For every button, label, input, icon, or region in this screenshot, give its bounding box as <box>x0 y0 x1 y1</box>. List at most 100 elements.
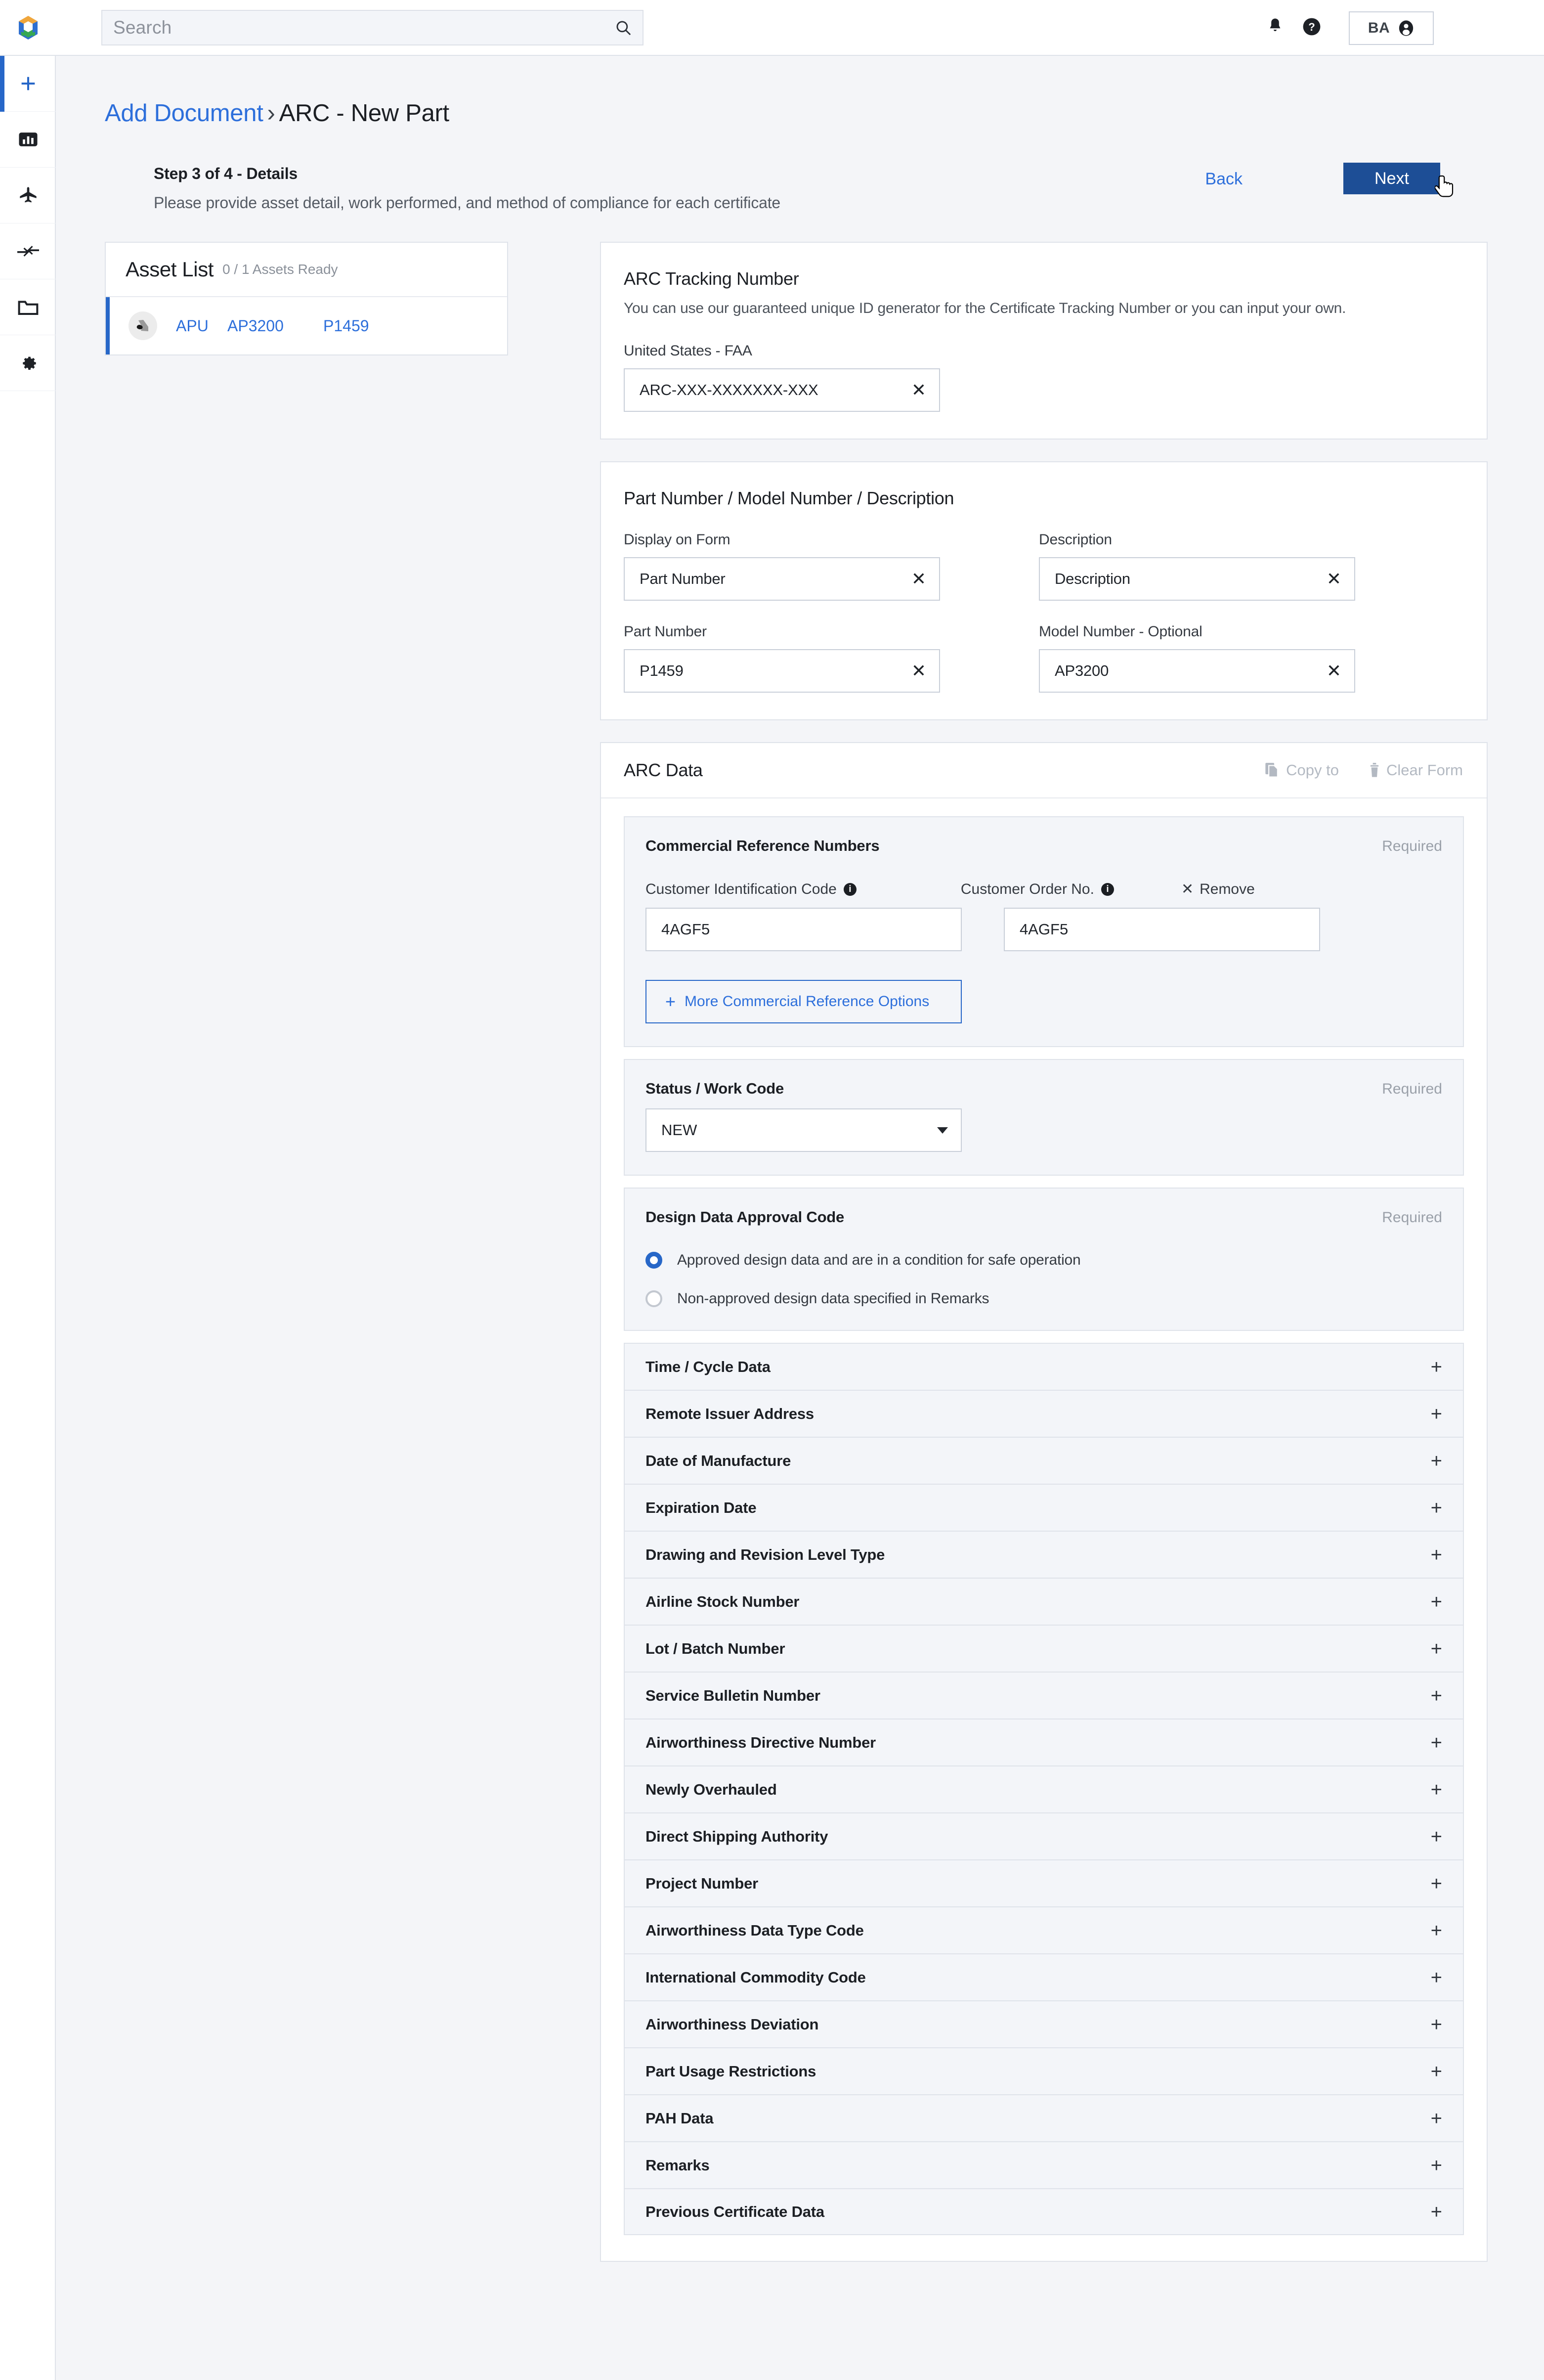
bar-chart-icon <box>18 131 38 148</box>
folder-icon <box>18 299 39 315</box>
design-option-non-approved[interactable]: Non-approved design data specified in Re… <box>645 1290 1442 1307</box>
notifications-button[interactable] <box>1257 10 1293 46</box>
sidebar-item-settings[interactable] <box>0 335 56 391</box>
close-icon: ✕ <box>1181 881 1194 897</box>
radio-button-selected[interactable] <box>645 1252 662 1269</box>
close-icon[interactable]: ✕ <box>1327 570 1341 588</box>
accordion-label: Direct Shipping Authority <box>645 1827 828 1845</box>
help-button[interactable]: ? <box>1293 10 1330 46</box>
accordion-row[interactable]: Drawing and Revision Level Type + <box>624 1531 1464 1578</box>
accordion-row[interactable]: PAH Data + <box>624 2094 1464 2141</box>
close-icon[interactable]: ✕ <box>1327 662 1341 680</box>
accordion-row[interactable]: Time / Cycle Data + <box>624 1343 1464 1390</box>
tracking-field-label: United States - FAA <box>624 343 752 359</box>
model-number-input[interactable]: AP3200 ✕ <box>1039 649 1355 693</box>
more-options-label: More Commercial Reference Options <box>685 993 930 1010</box>
display-on-form-input[interactable]: Part Number ✕ <box>624 557 940 601</box>
sidebar-item-add[interactable] <box>0 56 56 112</box>
customer-identification-code-input[interactable]: 4AGF5 <box>645 908 962 951</box>
search-icon[interactable] <box>615 19 632 36</box>
accordion-label: Expiration Date <box>645 1499 757 1516</box>
status-work-code-select[interactable]: NEW <box>645 1108 962 1152</box>
asset-list-item[interactable]: APU AP3200 P1459 <box>106 297 507 354</box>
asset-type-label: APU <box>176 316 209 335</box>
accordion-label: Airworthiness Deviation <box>645 2015 819 2033</box>
accordion-label: PAH Data <box>645 2109 714 2127</box>
accordion-row[interactable]: Service Bulletin Number + <box>624 1672 1464 1719</box>
accordion-row[interactable]: Newly Overhauled + <box>624 1765 1464 1812</box>
accordion-row[interactable]: Airworthiness Deviation + <box>624 2000 1464 2047</box>
asset-list-title: Asset List <box>126 258 214 281</box>
accordion-row[interactable]: Previous Certificate Data + <box>624 2188 1464 2235</box>
accordion-row[interactable]: Direct Shipping Authority + <box>624 1812 1464 1859</box>
copy-to-label: Copy to <box>1286 761 1339 779</box>
sidebar-item-documents[interactable] <box>0 279 56 335</box>
app-logo[interactable] <box>0 15 56 41</box>
accordion-row[interactable]: Part Usage Restrictions + <box>624 2047 1464 2094</box>
search-input[interactable]: Search <box>101 10 643 45</box>
accordion-row[interactable]: Airworthiness Directive Number + <box>624 1719 1464 1765</box>
close-icon[interactable]: ✕ <box>911 381 926 399</box>
description-input[interactable]: Description ✕ <box>1039 557 1355 601</box>
design-option-approved-label: Approved design data and are in a condit… <box>677 1252 1081 1268</box>
arc-tracking-card: ARC Tracking Number You can use our guar… <box>600 242 1488 440</box>
plus-icon: + <box>1430 2154 1442 2176</box>
close-icon[interactable]: ✕ <box>911 662 926 680</box>
model-number-value: AP3200 <box>1055 662 1109 679</box>
plus-icon: + <box>1430 2201 1442 2223</box>
accordion-label: Service Bulletin Number <box>645 1686 820 1704</box>
info-icon[interactable]: i <box>1101 882 1114 896</box>
status-work-code-title: Status / Work Code <box>645 1080 784 1097</box>
accordion-row[interactable]: Lot / Batch Number + <box>624 1625 1464 1672</box>
customer-order-no-input[interactable]: 4AGF5 <box>1004 908 1320 951</box>
copy-to-button[interactable]: Copy to <box>1265 761 1339 779</box>
accordion-row[interactable]: Date of Manufacture + <box>624 1437 1464 1484</box>
breadcrumb-link-add-document[interactable]: Add Document <box>105 100 263 127</box>
con-label-text: Customer Order No. <box>960 881 1094 897</box>
info-icon[interactable]: i <box>843 882 857 896</box>
status-work-code-panel: Status / Work Code Required NEW <box>624 1059 1464 1176</box>
design-option-approved[interactable]: Approved design data and are in a condit… <box>645 1252 1442 1269</box>
design-option-non-approved-label: Non-approved design data specified in Re… <box>677 1290 989 1307</box>
accordion-row[interactable]: Airline Stock Number + <box>624 1578 1464 1625</box>
accordion-row[interactable]: Airworthiness Data Type Code + <box>624 1906 1464 1953</box>
accordion-label: Time / Cycle Data <box>645 1358 771 1375</box>
help-circle-icon: ? <box>1302 17 1321 39</box>
part-number-input[interactable]: P1459 ✕ <box>624 649 940 693</box>
svg-text:?: ? <box>1308 21 1315 33</box>
part-card-title: Part Number / Model Number / Description <box>624 488 954 508</box>
accordion-label: Date of Manufacture <box>645 1452 791 1469</box>
plus-icon: + <box>1430 2107 1442 2129</box>
plus-icon: + <box>665 991 676 1012</box>
clear-form-button[interactable]: Clear Form <box>1370 761 1463 779</box>
accordion-row[interactable]: Expiration Date + <box>624 1484 1464 1531</box>
arc-data-sections: Time / Cycle Data + Remote Issuer Address… <box>624 1343 1464 2235</box>
description-label: Description <box>1039 531 1112 548</box>
plus-icon: + <box>1430 1966 1442 1988</box>
accordion-row[interactable]: International Commodity Code + <box>624 1953 1464 2000</box>
remove-reference-button[interactable]: ✕ Remove <box>1181 881 1255 898</box>
part-number-card: Part Number / Model Number / Description… <box>600 461 1488 720</box>
more-commercial-reference-options-button[interactable]: + More Commercial Reference Options <box>645 980 962 1023</box>
next-button[interactable]: Next <box>1343 163 1440 194</box>
accordion-row[interactable]: Remarks + <box>624 2141 1464 2188</box>
sidebar-item-dashboard[interactable] <box>0 112 56 168</box>
search-placeholder: Search <box>113 17 172 38</box>
commercial-reference-required: Required <box>1382 838 1442 854</box>
tracking-number-input[interactable]: ARC-XXX-XXXXXXX-XXX ✕ <box>624 368 940 412</box>
apu-engine-icon <box>129 311 157 340</box>
plus-icon: + <box>1430 1919 1442 1941</box>
radio-button-unselected[interactable] <box>645 1290 662 1307</box>
accordion-row[interactable]: Project Number + <box>624 1859 1464 1906</box>
accordion-row[interactable]: Remote Issuer Address + <box>624 1390 1464 1437</box>
sidebar-item-fleet[interactable] <box>0 168 56 223</box>
gear-icon <box>18 353 38 373</box>
close-icon[interactable]: ✕ <box>911 570 926 588</box>
design-data-approval-title: Design Data Approval Code <box>645 1208 845 1226</box>
back-button[interactable]: Back <box>1205 170 1243 189</box>
asset-list-card: Asset List 0 / 1 Assets Ready APU AP3200… <box>105 242 508 355</box>
sidebar-item-transfers[interactable] <box>0 223 56 279</box>
asset-list-header: Asset List 0 / 1 Assets Ready <box>106 243 507 297</box>
user-menu[interactable]: BA <box>1349 11 1434 45</box>
status-work-code-required: Required <box>1382 1081 1442 1097</box>
